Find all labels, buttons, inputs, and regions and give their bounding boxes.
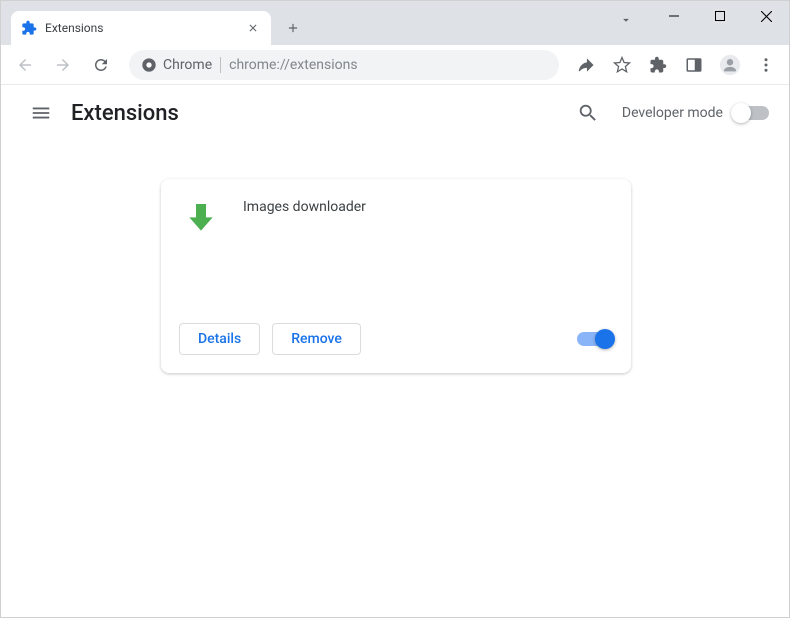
- address-url: chrome://extensions: [229, 57, 357, 73]
- extensions-header: Extensions Developer mode: [1, 85, 789, 141]
- extension-name: Images downloader: [243, 197, 366, 307]
- developer-mode-control: Developer mode: [622, 105, 769, 121]
- tab-title: Extensions: [45, 21, 237, 35]
- new-tab-button[interactable]: [279, 14, 307, 42]
- menu-dots-icon[interactable]: [751, 50, 781, 80]
- reload-button[interactable]: [85, 49, 117, 81]
- chrome-icon: Chrome: [141, 57, 212, 73]
- developer-mode-label: Developer mode: [622, 105, 723, 121]
- page-content: Extensions Developer mode Images downloa…: [1, 85, 789, 617]
- developer-mode-toggle[interactable]: [733, 106, 769, 120]
- side-panel-icon[interactable]: [679, 50, 709, 80]
- chevron-down-icon[interactable]: [619, 13, 633, 27]
- bookmark-star-icon[interactable]: [607, 50, 637, 80]
- back-button[interactable]: [9, 49, 41, 81]
- browser-tab[interactable]: Extensions: [11, 11, 271, 45]
- hamburger-menu-icon[interactable]: [21, 93, 61, 133]
- browser-toolbar: Chrome chrome://extensions: [1, 45, 789, 85]
- details-button[interactable]: Details: [179, 323, 260, 355]
- minimize-button[interactable]: [651, 1, 697, 31]
- address-bar[interactable]: Chrome chrome://extensions: [129, 50, 559, 80]
- window-controls: [651, 1, 789, 31]
- profile-avatar-icon[interactable]: [715, 50, 745, 80]
- extension-puzzle-icon: [21, 20, 37, 36]
- search-icon[interactable]: [570, 95, 606, 131]
- extensions-icon[interactable]: [643, 50, 673, 80]
- download-arrow-icon: [179, 197, 223, 241]
- address-prefix: Chrome: [163, 57, 212, 73]
- address-divider: [220, 57, 221, 73]
- close-button[interactable]: [743, 1, 789, 31]
- extension-card: Images downloader Details Remove: [161, 179, 631, 373]
- browser-titlebar: Extensions: [1, 1, 789, 45]
- extension-enabled-toggle[interactable]: [577, 332, 613, 346]
- remove-button[interactable]: Remove: [272, 323, 361, 355]
- page-title: Extensions: [71, 101, 179, 126]
- tab-close-icon[interactable]: [245, 20, 261, 36]
- maximize-button[interactable]: [697, 1, 743, 31]
- share-icon[interactable]: [571, 50, 601, 80]
- forward-button[interactable]: [47, 49, 79, 81]
